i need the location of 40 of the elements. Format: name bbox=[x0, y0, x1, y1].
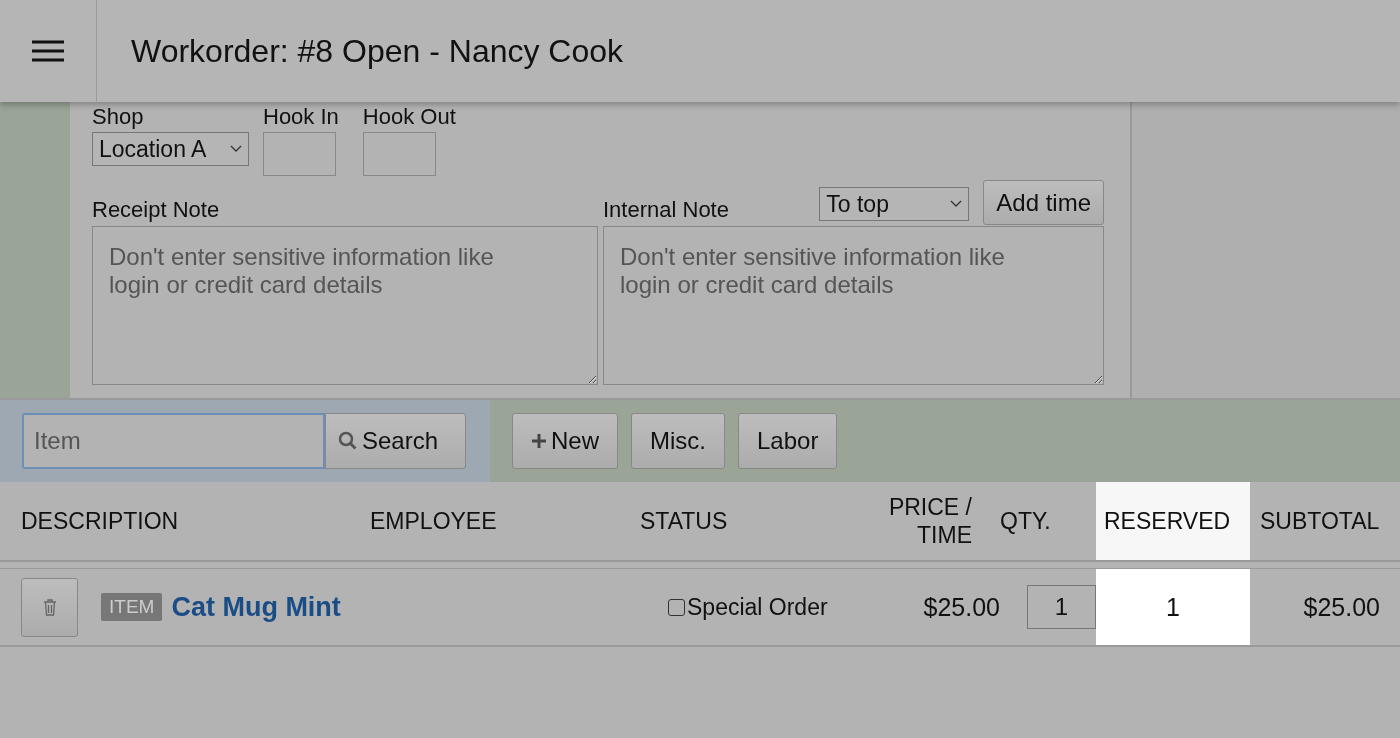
add-time-button[interactable]: Add time bbox=[983, 180, 1104, 225]
column-header: DESCRIPTION bbox=[21, 507, 180, 536]
column-header: STATUS bbox=[640, 507, 729, 536]
chevron-icon bbox=[230, 145, 242, 153]
internal-note-field[interactable]: Don't enter sensitive information like login or credit card details bbox=[603, 226, 1104, 385]
field-label: Shop bbox=[92, 104, 145, 130]
field-label: Hook Out bbox=[362, 104, 456, 130]
menu-icon[interactable] bbox=[32, 40, 64, 62]
position-select[interactable]: To top bbox=[819, 187, 970, 221]
column-header: SUBTOTAL bbox=[1259, 507, 1381, 536]
search-button[interactable]: Search bbox=[325, 413, 466, 469]
item-link[interactable]: Cat Mug Mint bbox=[171, 591, 341, 623]
checkbox-label: Special Order bbox=[687, 593, 828, 621]
field-label: Receipt Note bbox=[92, 197, 220, 224]
item-search-field[interactable]: Item bbox=[22, 413, 325, 469]
column-header: PRICE / TIME bbox=[887, 493, 973, 550]
column-header: QTY. bbox=[1000, 507, 1052, 536]
column-header: EMPLOYEE bbox=[370, 507, 498, 536]
plus-icon bbox=[531, 433, 547, 449]
field-label: Hook In bbox=[263, 104, 339, 130]
shop-select[interactable]: Location A bbox=[92, 132, 249, 166]
trash-icon bbox=[42, 598, 57, 616]
quantity-field[interactable]: 1 bbox=[1027, 585, 1096, 629]
page-title: Workorder: #8 Open - Nancy Cook bbox=[131, 32, 624, 70]
table-cell-text: $25.00 bbox=[1302, 591, 1381, 623]
toolbar-button[interactable]: Misc. bbox=[631, 413, 725, 469]
new-button[interactable]: New bbox=[512, 413, 618, 469]
special-order-checkbox[interactable] bbox=[668, 598, 685, 616]
delete-button[interactable] bbox=[21, 577, 78, 637]
hook-out-field[interactable] bbox=[362, 132, 436, 176]
hook-in-field[interactable] bbox=[263, 132, 336, 176]
item-type-tag: ITEM bbox=[101, 593, 163, 621]
table-cell: 1 bbox=[1096, 569, 1250, 645]
search-icon bbox=[338, 431, 358, 451]
table-cell-text: $25.00 bbox=[922, 591, 1000, 623]
receipt-note-field[interactable]: Don't enter sensitive information like login or credit card details bbox=[92, 226, 598, 385]
toolbar-button[interactable]: Labor bbox=[738, 413, 838, 469]
field-label: Internal Note bbox=[603, 197, 729, 224]
column-header: RESERVED bbox=[1096, 482, 1250, 560]
chevron-icon bbox=[950, 200, 963, 208]
